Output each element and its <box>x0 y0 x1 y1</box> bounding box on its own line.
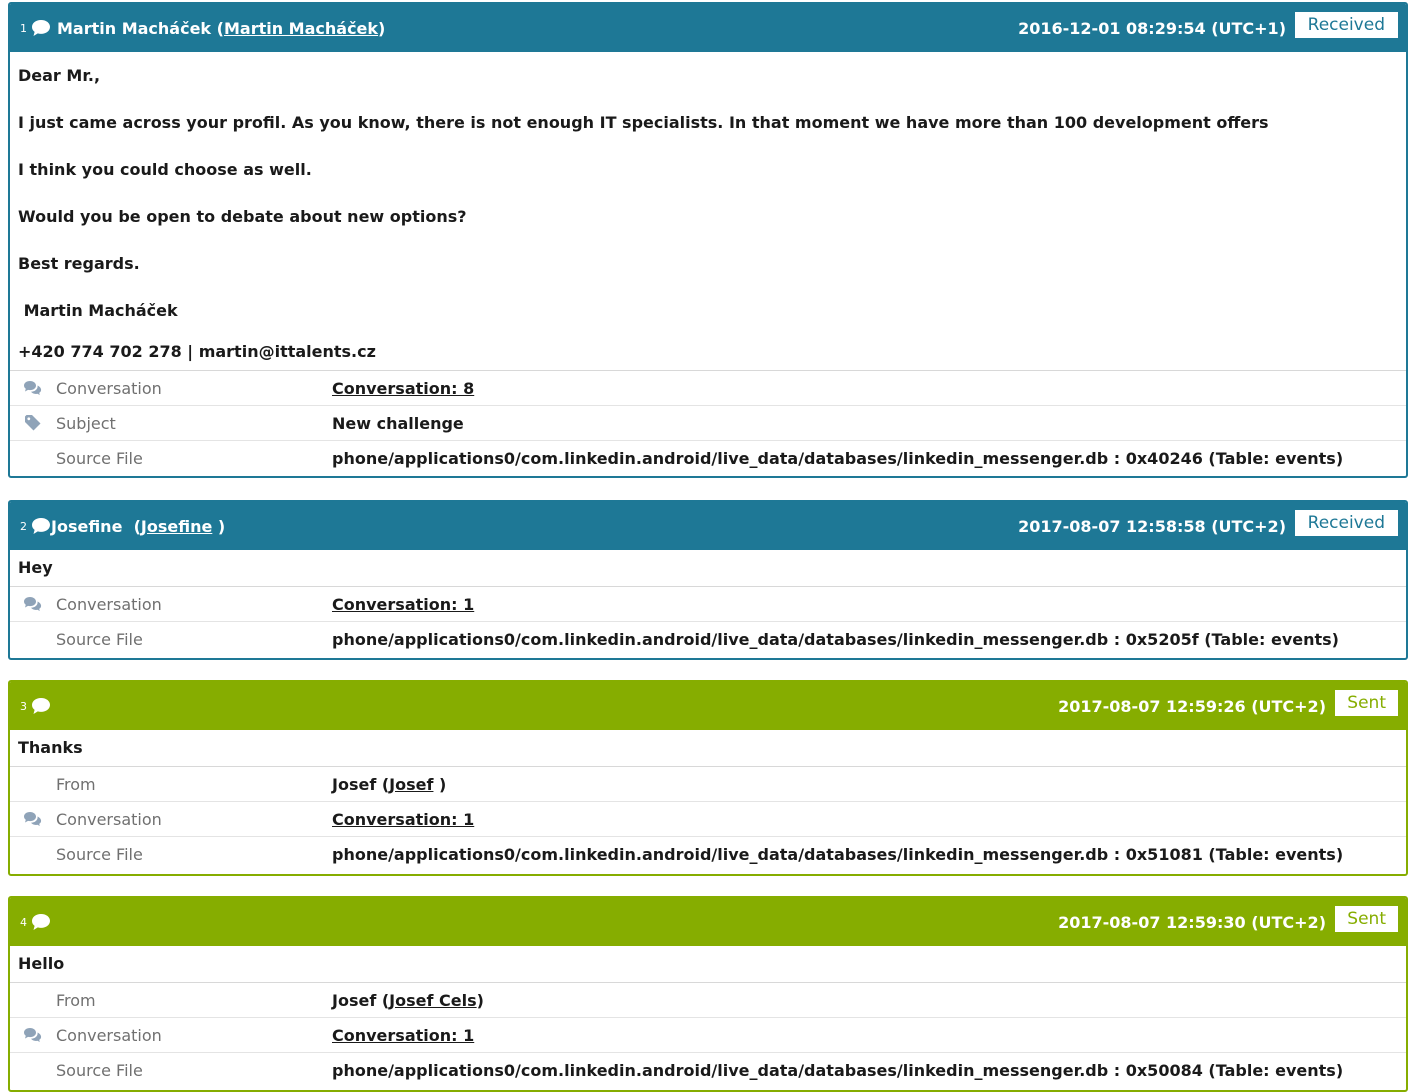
timestamp: 2017-08-07 12:58:58 (UTC+2) <box>1018 516 1286 536</box>
source-row: Source File phone/applications0/com.link… <box>10 837 1406 871</box>
row-label: Conversation <box>56 1025 162 1045</box>
conversation-row: Conversation Conversation: 1 <box>10 1018 1406 1053</box>
sender-link[interactable]: Josefine <box>141 517 212 536</box>
comments-icon <box>10 596 56 612</box>
conversation-row: Conversation Conversation: 8 <box>10 371 1406 406</box>
from-row: From Josef (Josef Cels) <box>10 983 1406 1018</box>
message-card: 4 2017-08-07 12:59:30 (UTC+2) Sent Hello… <box>8 896 1408 1092</box>
message-header: 3 2017-08-07 12:59:26 (UTC+2) Sent <box>10 682 1406 730</box>
row-value: Conversation: 1 <box>332 810 474 829</box>
row-label: Source File <box>56 448 143 468</box>
row-label: Source File <box>56 629 143 649</box>
subject-row: Subject New challenge <box>10 406 1406 441</box>
comments-icon <box>10 1027 56 1043</box>
body-line: I think you could choose as well. <box>18 160 312 179</box>
row-value: Conversation: 1 <box>332 595 474 614</box>
message-body: Hey <box>10 550 1406 586</box>
row-label: Conversation <box>56 809 162 829</box>
message-number: 1 <box>20 21 27 35</box>
message-header: 1 Martin Macháček (Martin Macháček) 2016… <box>10 4 1406 52</box>
source-value: phone/applications0/com.linkedin.android… <box>332 1060 1344 1080</box>
from-link[interactable]: Josef Cels <box>389 991 476 1010</box>
conversation-link[interactable]: Conversation: 1 <box>332 1026 474 1045</box>
row-label: From <box>56 990 96 1010</box>
message-body: Dear Mr., I just came across your profil… <box>10 52 1406 370</box>
speech-bubble-icon <box>32 20 50 36</box>
row-value: Conversation: 1 <box>332 1026 474 1045</box>
row-label: Source File <box>56 844 143 864</box>
message-card: 2 Josefine (Josefine ) 2017-08-07 12:58:… <box>8 500 1408 660</box>
conversation-link[interactable]: Conversation: 1 <box>332 595 474 614</box>
comments-icon <box>10 811 56 827</box>
message-card: 3 2017-08-07 12:59:26 (UTC+2) Sent Thank… <box>8 680 1408 876</box>
from-name: Josef <box>332 990 377 1010</box>
source-row: Source File phone/applications0/com.link… <box>10 441 1406 475</box>
message-body: Hello <box>10 946 1406 982</box>
timestamp: 2016-12-01 08:29:54 (UTC+1) <box>1018 18 1286 38</box>
speech-bubble-icon <box>32 518 50 534</box>
body-line: Hello <box>18 954 65 973</box>
metadata-table: From Josef (Josef ) Conversation Convers… <box>10 766 1406 871</box>
metadata-table: From Josef (Josef Cels) Conversation Con… <box>10 982 1406 1087</box>
message-body: Thanks <box>10 730 1406 766</box>
from-name: Josef <box>332 774 377 794</box>
sender-name: Martin Macháček <box>57 18 212 38</box>
body-line: Thanks <box>18 738 83 757</box>
message-header: 4 2017-08-07 12:59:30 (UTC+2) Sent <box>10 898 1406 946</box>
row-label: Source File <box>56 1060 143 1080</box>
speech-bubble-icon <box>32 698 50 714</box>
body-line: I just came across your profil. As you k… <box>18 113 1269 132</box>
row-label: Conversation <box>56 594 162 614</box>
comments-icon <box>10 380 56 396</box>
source-value: phone/applications0/com.linkedin.android… <box>332 629 1339 649</box>
source-row: Source File phone/applications0/com.link… <box>10 622 1406 656</box>
status-badge: Received <box>1294 510 1398 536</box>
status-badge: Sent <box>1335 906 1398 932</box>
sender: Martin Macháček (Martin Macháček) <box>57 18 386 38</box>
conversation-link[interactable]: Conversation: 1 <box>332 810 474 829</box>
sender: Josefine (Josefine ) <box>51 516 226 536</box>
conversation-row: Conversation Conversation: 1 <box>10 802 1406 837</box>
status-badge: Sent <box>1335 690 1398 716</box>
from-link[interactable]: Josef <box>389 775 433 794</box>
row-label: From <box>56 774 96 794</box>
from-value: Josef (Josef ) <box>332 774 447 794</box>
row-value: Conversation: 8 <box>332 379 474 398</box>
body-line: Dear Mr., <box>18 66 101 85</box>
timestamp: 2017-08-07 12:59:26 (UTC+2) <box>1058 696 1326 716</box>
timestamp: 2017-08-07 12:59:30 (UTC+2) <box>1058 912 1326 932</box>
from-row: From Josef (Josef ) <box>10 767 1406 802</box>
body-line: Best regards. <box>18 254 140 273</box>
message-number: 3 <box>20 699 27 713</box>
row-label: Conversation <box>56 378 162 398</box>
speech-bubble-icon <box>32 914 50 930</box>
body-line: Hey <box>18 558 53 577</box>
source-value: phone/applications0/com.linkedin.android… <box>332 844 1344 864</box>
message-number: 2 <box>20 519 27 533</box>
sender-link[interactable]: Martin Macháček <box>224 19 378 38</box>
source-row: Source File phone/applications0/com.link… <box>10 1053 1406 1087</box>
message-number: 4 <box>20 915 27 929</box>
body-line: Martin Macháček <box>18 301 178 320</box>
status-badge: Received <box>1294 12 1398 38</box>
metadata-table: Conversation Conversation: 8 Subject New… <box>10 370 1406 475</box>
from-value: Josef (Josef Cels) <box>332 990 484 1010</box>
sender-name: Josefine <box>51 516 128 536</box>
subject-value: New challenge <box>332 413 464 433</box>
metadata-table: Conversation Conversation: 1 Source File… <box>10 586 1406 656</box>
row-label: Subject <box>56 413 116 433</box>
source-value: phone/applications0/com.linkedin.android… <box>332 448 1344 468</box>
body-line: +420 774 702 278 | martin@ittalents.cz <box>18 342 376 361</box>
body-line: Would you be open to debate about new op… <box>18 207 467 226</box>
conversation-row: Conversation Conversation: 1 <box>10 587 1406 622</box>
tag-icon <box>10 414 56 432</box>
message-card: 1 Martin Macháček (Martin Macháček) 2016… <box>8 2 1408 478</box>
message-header: 2 Josefine (Josefine ) 2017-08-07 12:58:… <box>10 502 1406 550</box>
conversation-link[interactable]: Conversation: 8 <box>332 379 474 398</box>
